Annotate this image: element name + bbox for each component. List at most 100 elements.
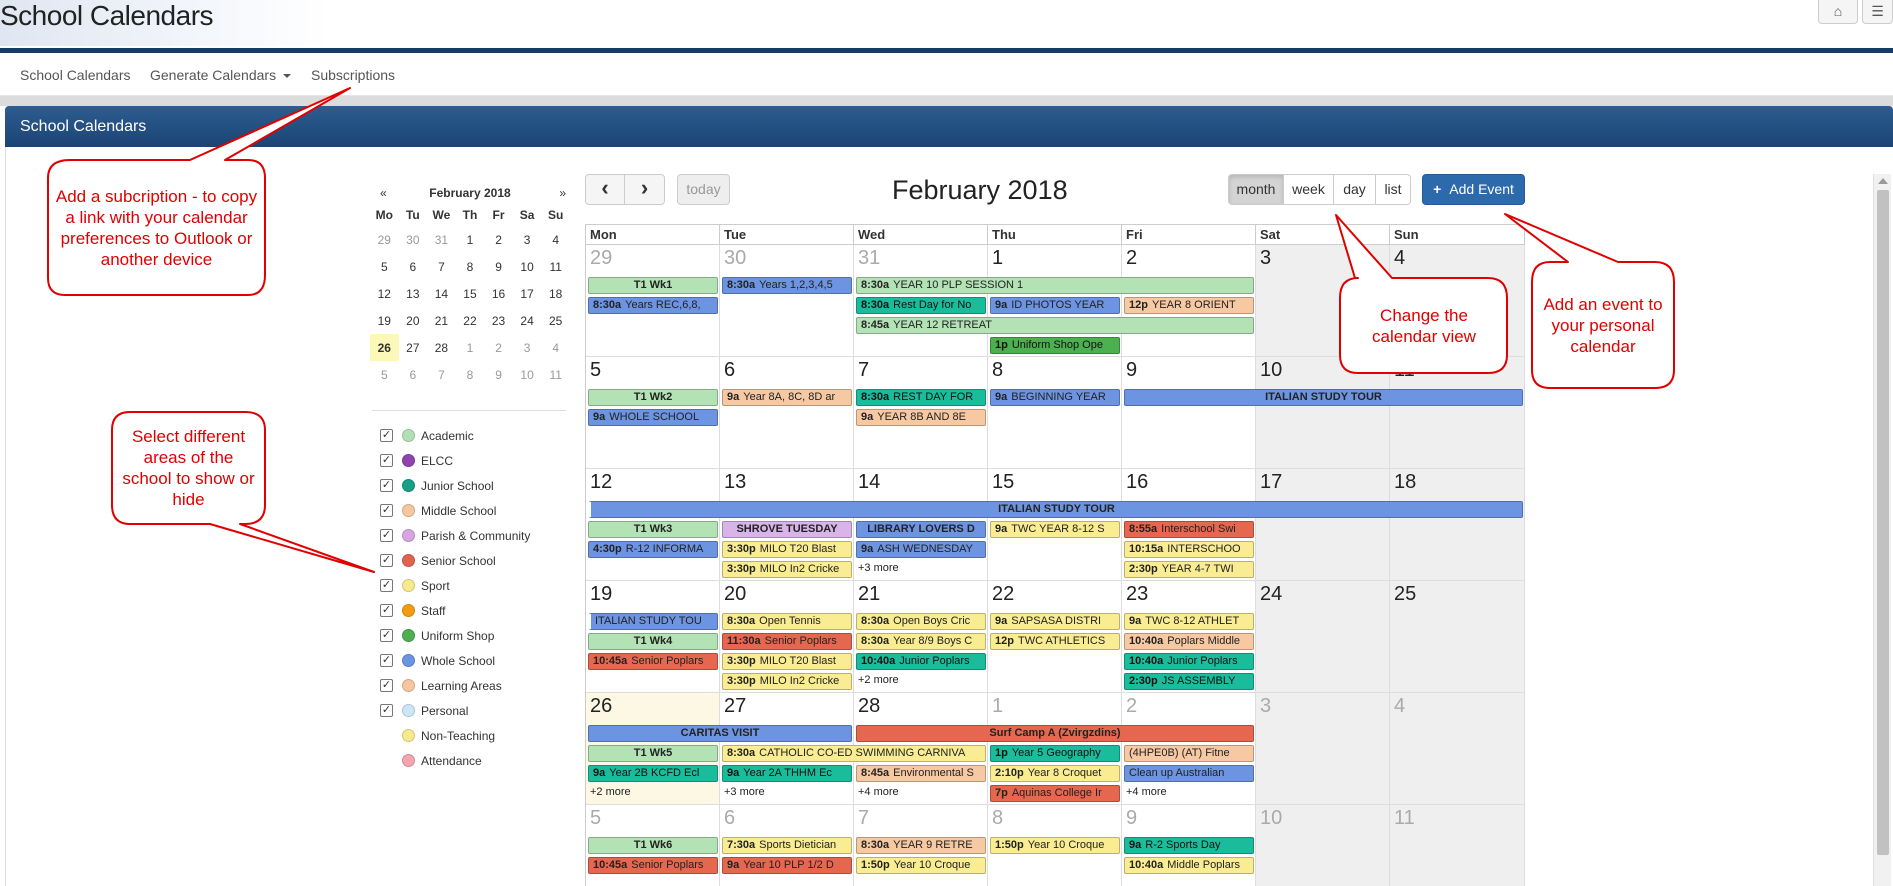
calendar-event[interactable]: 8:30a YEAR 9 RETRE bbox=[856, 837, 986, 854]
mini-day[interactable]: 26 bbox=[370, 334, 399, 361]
mini-day[interactable]: 22 bbox=[456, 307, 485, 334]
mini-day[interactable]: 3 bbox=[513, 226, 542, 253]
view-list-button[interactable]: list bbox=[1376, 174, 1411, 205]
calendar-event[interactable]: 7p Aquinas College Ir bbox=[990, 785, 1120, 802]
calendar-event[interactable]: 10:40a Junior Poplars bbox=[1124, 653, 1254, 670]
day-number[interactable]: 20 bbox=[724, 583, 746, 606]
mini-day[interactable]: 27 bbox=[399, 334, 428, 361]
filter-item[interactable]: ✓ Staff bbox=[380, 601, 600, 621]
day-number[interactable]: 7 bbox=[858, 359, 869, 382]
day-number[interactable]: 15 bbox=[992, 471, 1014, 494]
day-number[interactable]: 10 bbox=[1260, 807, 1282, 830]
day-cell[interactable]: 3 bbox=[1256, 693, 1390, 805]
mini-day[interactable]: 7 bbox=[427, 253, 456, 280]
day-number[interactable]: 4 bbox=[1394, 247, 1405, 270]
calendar-event[interactable]: T1 Wk3 bbox=[588, 521, 718, 538]
calendar-event[interactable]: 8:30a CATHOLIC CO-ED SWIMMING CARNIVA bbox=[722, 745, 986, 762]
mini-day[interactable]: 6 bbox=[399, 361, 428, 388]
today-button[interactable]: today bbox=[677, 174, 730, 205]
filter-checkbox[interactable]: ✓ bbox=[380, 554, 393, 567]
day-cell[interactable]: 17 bbox=[1256, 469, 1390, 581]
calendar-event[interactable]: T1 Wk4 bbox=[588, 633, 718, 650]
calendar-event[interactable]: T1 Wk6 bbox=[588, 837, 718, 854]
scroll-thumb[interactable] bbox=[1877, 190, 1889, 855]
calendar-event[interactable]: 9a WHOLE SCHOOL bbox=[588, 409, 718, 426]
calendar-event[interactable]: LIBRARY LOVERS D bbox=[856, 521, 986, 538]
mini-day[interactable]: 5 bbox=[370, 253, 399, 280]
nav-generate-calendars[interactable]: Generate Calendars bbox=[150, 67, 292, 83]
filter-item[interactable]: ✓ Junior School bbox=[380, 476, 600, 496]
mini-day[interactable]: 21 bbox=[427, 307, 456, 334]
day-number[interactable]: 1 bbox=[992, 695, 1003, 718]
mini-day[interactable]: 15 bbox=[456, 280, 485, 307]
day-number[interactable]: 30 bbox=[724, 247, 746, 270]
day-number[interactable]: 1 bbox=[992, 247, 1003, 270]
mini-day[interactable]: 10 bbox=[513, 253, 542, 280]
mini-day[interactable]: 17 bbox=[513, 280, 542, 307]
calendar-event[interactable]: 9a TWC 8-12 ATHLET bbox=[1124, 613, 1254, 630]
calendar-event[interactable]: 8:30a YEAR 10 PLP SESSION 1 bbox=[856, 277, 1254, 294]
calendar-event[interactable]: 8:45a YEAR 12 RETREAT bbox=[856, 317, 1254, 334]
calendar-event[interactable]: 12p TWC ATHLETICS bbox=[990, 633, 1120, 650]
mini-day[interactable]: 9 bbox=[484, 253, 513, 280]
day-number[interactable]: 8 bbox=[992, 359, 1003, 382]
mini-day[interactable]: 31 bbox=[427, 226, 456, 253]
filter-checkbox[interactable]: ✓ bbox=[380, 679, 393, 692]
more-events-link[interactable]: +4 more bbox=[858, 786, 899, 798]
calendar-event[interactable]: 10:45a Senior Poplars bbox=[588, 857, 718, 874]
mini-day[interactable]: 23 bbox=[484, 307, 513, 334]
calendar-event[interactable]: 12p YEAR 8 ORIENT bbox=[1124, 297, 1254, 314]
day-number[interactable]: 6 bbox=[724, 359, 735, 382]
day-cell[interactable]: 8 bbox=[988, 357, 1122, 469]
day-cell[interactable]: 18 bbox=[1390, 469, 1525, 581]
calendar-event[interactable]: 1:50p Year 10 Croque bbox=[856, 857, 986, 874]
day-number[interactable]: 29 bbox=[590, 247, 612, 270]
filter-checkbox[interactable]: ✓ bbox=[380, 654, 393, 667]
day-number[interactable]: 31 bbox=[858, 247, 880, 270]
day-number[interactable]: 2 bbox=[1126, 695, 1137, 718]
more-events-link[interactable]: +2 more bbox=[590, 786, 631, 798]
day-number[interactable]: 18 bbox=[1394, 471, 1416, 494]
filter-checkbox[interactable]: ✓ bbox=[380, 429, 393, 442]
filter-checkbox[interactable]: ✓ bbox=[380, 604, 393, 617]
day-cell[interactable]: 10 bbox=[1256, 357, 1390, 469]
calendar-event[interactable]: ITALIAN STUDY TOUR bbox=[588, 501, 1523, 518]
mini-day[interactable]: 28 bbox=[427, 334, 456, 361]
calendar-event[interactable]: 10:40a Poplars Middle bbox=[1124, 633, 1254, 650]
mini-day[interactable]: 4 bbox=[541, 334, 570, 361]
calendar-event[interactable]: 9a ASH WEDNESDAY bbox=[856, 541, 986, 558]
prev-button[interactable]: ‹ bbox=[585, 174, 625, 205]
calendar-event[interactable]: 8:30a Open Tennis bbox=[722, 613, 852, 630]
day-cell[interactable]: 4 bbox=[1390, 693, 1525, 805]
calendar-event[interactable]: 9a R-2 Sports Day bbox=[1124, 837, 1254, 854]
day-cell[interactable]: 30 bbox=[720, 245, 854, 357]
calendar-event[interactable]: 11:30a Senior Poplars bbox=[722, 633, 852, 650]
filter-item[interactable]: Non-Teaching bbox=[380, 726, 600, 746]
mini-day[interactable]: 29 bbox=[370, 226, 399, 253]
day-cell[interactable]: 25 bbox=[1390, 581, 1525, 693]
calendar-event[interactable]: 8:30a Years REC,6,8, bbox=[588, 297, 718, 314]
mini-day[interactable]: 20 bbox=[399, 307, 428, 334]
day-cell[interactable]: 24 bbox=[1256, 581, 1390, 693]
scroll-up-arrow-icon[interactable] bbox=[1878, 178, 1888, 184]
day-number[interactable]: 26 bbox=[590, 695, 612, 718]
day-number[interactable]: 19 bbox=[590, 583, 612, 606]
calendar-event[interactable]: 8:30a Years 1,2,3,4,5 bbox=[722, 277, 852, 294]
calendar-event[interactable]: 9a Year 2B KCFD Ecl bbox=[588, 765, 718, 782]
filter-item[interactable]: ✓ Personal bbox=[380, 701, 600, 721]
filter-item[interactable]: ✓ Whole School bbox=[380, 651, 600, 671]
day-number[interactable]: 3 bbox=[1260, 695, 1271, 718]
calendar-event[interactable]: Surf Camp A (Zvirgzdins) bbox=[856, 725, 1254, 742]
mini-day[interactable]: 1 bbox=[456, 226, 485, 253]
calendar-event[interactable]: 9a ID PHOTOS YEAR bbox=[990, 297, 1120, 314]
more-events-link[interactable]: +4 more bbox=[1126, 786, 1167, 798]
mini-day[interactable]: 4 bbox=[541, 226, 570, 253]
calendar-event[interactable]: 9a SAPSASA DISTRI bbox=[990, 613, 1120, 630]
calendar-event[interactable]: 8:30a REST DAY FOR bbox=[856, 389, 986, 406]
filter-checkbox[interactable]: ✓ bbox=[380, 454, 393, 467]
mini-day[interactable]: 2 bbox=[484, 226, 513, 253]
calendar-event[interactable]: 3:30p MILO T20 Blast bbox=[722, 653, 852, 670]
calendar-event[interactable]: 2:10p Year 8 Croquet bbox=[990, 765, 1120, 782]
day-number[interactable]: 5 bbox=[590, 359, 601, 382]
calendar-event[interactable]: 3:30p MILO In2 Cricke bbox=[722, 561, 852, 578]
